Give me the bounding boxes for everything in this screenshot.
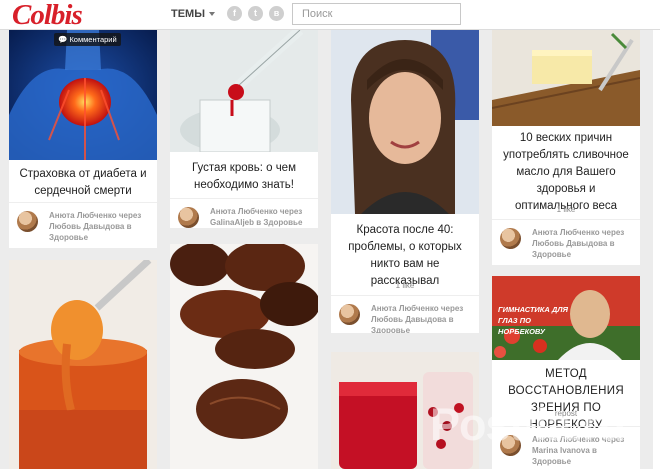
pin-card-blood[interactable]: Густая кровь: о чем необходимо знать! Ан… [170, 30, 318, 228]
avatar[interactable] [500, 228, 521, 249]
comment-icon: 💬 [58, 35, 68, 44]
like-count: 1 like [556, 205, 576, 214]
card-author: Анюта Любченко через Любовь Давыдова в З… [331, 295, 479, 333]
avatar[interactable] [339, 304, 360, 325]
twitter-icon[interactable]: t [248, 6, 263, 21]
card-author: Анюта Любченко через GalinaAljeb в Здоро… [170, 198, 318, 228]
image-caption: ГИМНАСТИКА ДЛЯ ГЛАЗ ПО НОРБЕКОВУ [498, 305, 568, 336]
butter-image [492, 30, 640, 126]
pin-card-diabetes[interactable]: 💬 Комментарий Страховка от диабета и сер… [9, 30, 157, 248]
woman-portrait-image [331, 30, 479, 214]
pin-card-clipped[interactable] [653, 30, 660, 469]
comment-badge[interactable]: 💬 Комментарий [54, 33, 121, 46]
pin-card-beauty[interactable]: Красота после 40: проблемы, о которых ни… [331, 30, 479, 333]
site-logo[interactable]: Colbis [12, 0, 83, 30]
pin-card-dates[interactable] [170, 244, 318, 469]
card-title[interactable]: Страховка от диабета и сердечной смерти [9, 166, 157, 200]
pin-card-butter[interactable]: 10 веских причин употреблять сливочное м… [492, 30, 640, 265]
postila-watermark: Postila.ru [430, 399, 626, 450]
card-attribution[interactable]: Анюта Любченко через GalinaAljeb в Здоро… [210, 206, 314, 228]
card-title[interactable]: Густая кровь: о чем необходимо знать! [170, 160, 318, 194]
comment-badge-label: Комментарий [69, 35, 117, 44]
dates-image [170, 244, 318, 469]
anatomy-heart-image [9, 30, 157, 160]
search-input[interactable] [292, 3, 461, 25]
avatar[interactable] [17, 211, 38, 232]
jam-spoon-image [9, 260, 157, 469]
card-title[interactable]: 10 веских причин употреблять сливочное м… [492, 130, 640, 215]
card-title[interactable]: Красота после 40: проблемы, о которых ни… [331, 222, 479, 290]
vk-icon[interactable]: в [269, 6, 284, 21]
card-attribution[interactable]: Анюта Любченко через Любовь Давыдова в З… [371, 303, 475, 333]
caret-down-icon [209, 12, 215, 17]
card-attribution[interactable]: Анюта Любченко через Любовь Давыдова в З… [532, 227, 636, 260]
top-bar: Colbis ТЕМЫ f t в [0, 0, 660, 30]
card-author: Анюта Любченко через Любовь Давыдова в З… [492, 219, 640, 265]
card-author: Анюта Любченко через Любовь Давыдова в З… [9, 202, 157, 248]
pin-card-jam[interactable] [9, 260, 157, 469]
blood-pipette-image [170, 30, 318, 152]
avatar[interactable] [178, 207, 199, 228]
topics-menu[interactable]: ТЕМЫ [171, 8, 215, 20]
like-count: 1 like [395, 281, 415, 290]
topics-label: ТЕМЫ [171, 8, 205, 20]
card-attribution[interactable]: Анюта Любченко через Любовь Давыдова в З… [49, 210, 153, 243]
facebook-icon[interactable]: f [227, 6, 242, 21]
